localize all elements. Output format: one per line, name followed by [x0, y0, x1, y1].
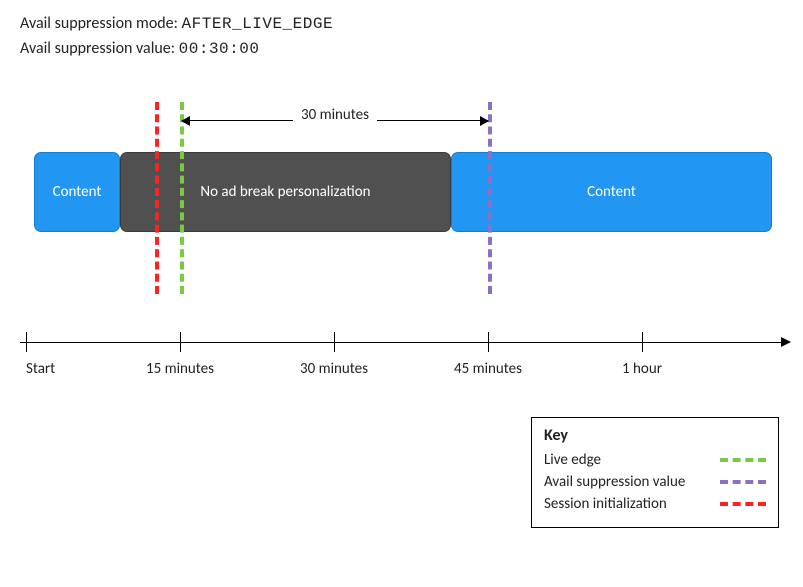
session-init-marker	[155, 102, 159, 294]
legend-swatch-green	[720, 458, 766, 462]
mode-line: Avail suppression mode: AFTER_LIVE_EDGE	[20, 14, 783, 33]
avail-value-marker	[488, 102, 492, 294]
live-edge-marker	[180, 102, 184, 294]
legend-label: Avail suppression value	[544, 473, 685, 491]
axis-tick	[180, 332, 181, 352]
legend-swatch-purple	[720, 480, 766, 484]
legend-title: Key	[544, 426, 766, 445]
axis-label: Start	[26, 360, 55, 378]
axis-label: 45 minutes	[454, 360, 522, 378]
legend-box: Key Live edge Avail suppression value Se…	[531, 417, 779, 528]
no-ad-block-label: No ad break personalization	[200, 182, 370, 202]
axis-label: 30 minutes	[300, 360, 368, 378]
no-ad-block: No ad break personalization	[120, 152, 451, 232]
axis-tick	[26, 332, 27, 352]
content-block-1: Content	[34, 152, 120, 232]
axis-tick	[488, 332, 489, 352]
value-line: Avail suppression value: 00:30:00	[20, 39, 783, 58]
value-value: 00:30:00	[179, 40, 260, 58]
span-label-wrap: 30 minutes	[182, 106, 488, 124]
legend-row: Session initialization	[544, 495, 766, 513]
mode-value: AFTER_LIVE_EDGE	[182, 15, 334, 33]
legend-label: Live edge	[544, 451, 601, 469]
legend-row: Avail suppression value	[544, 473, 766, 491]
value-label: Avail suppression value:	[20, 39, 175, 58]
content-block-2-label: Content	[587, 183, 636, 201]
axis-label: 1 hour	[622, 360, 662, 378]
mode-label: Avail suppression mode:	[20, 14, 178, 33]
time-axis	[20, 342, 790, 343]
axis-tick	[642, 332, 643, 352]
content-block-1-label: Content	[53, 183, 102, 201]
span-label: 30 minutes	[293, 106, 377, 124]
legend-row: Live edge	[544, 451, 766, 469]
legend-swatch-red	[720, 502, 766, 506]
diagram-stage: 30 minutes Content No ad break personali…	[20, 98, 783, 418]
content-block-2: Content	[451, 152, 772, 232]
legend-label: Session initialization	[544, 495, 667, 513]
axis-label: 15 minutes	[146, 360, 214, 378]
axis-tick	[334, 332, 335, 352]
